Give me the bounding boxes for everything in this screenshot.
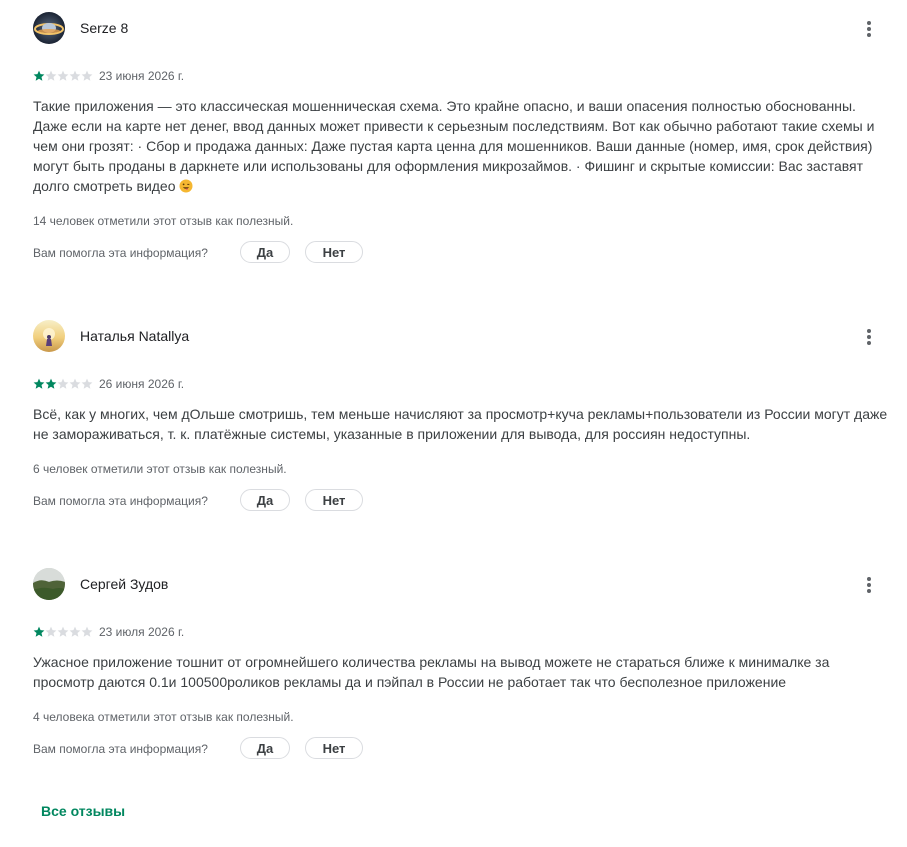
more-options-icon[interactable] [857, 320, 881, 352]
review-meta: 26 июня 2026 г. [33, 376, 433, 392]
review-text: Ужасное приложение тошнит от огромнейшег… [33, 654, 830, 690]
helpful-no-button[interactable]: Нет [305, 737, 363, 759]
review-card: Наталья Natallya 26 июня 2026 г. Всё, ка… [33, 320, 893, 520]
star-filled-icon [45, 378, 57, 389]
feedback-question: Вам помогла эта информация? [33, 246, 208, 260]
more-options-icon[interactable] [857, 568, 881, 600]
star-rating [33, 378, 93, 390]
review-author: Serze 8 [80, 20, 129, 36]
review-meta: 23 июля 2026 г. [33, 624, 433, 640]
star-filled-icon [33, 70, 45, 81]
star-empty-icon [81, 378, 93, 389]
review-author: Наталья Natallya [80, 328, 190, 344]
helpful-count: 14 человек отметили этот отзыв как полез… [33, 214, 294, 228]
star-empty-icon [69, 378, 81, 389]
feedback-question: Вам помогла эта информация? [33, 494, 208, 508]
star-rating [33, 626, 93, 638]
feedback-row: Вам помогла эта информация? Да Нет [33, 241, 433, 265]
sunset-person-avatar [33, 320, 65, 352]
star-empty-icon [57, 70, 69, 81]
review-text-body: Такие приложения — это классическая моше… [33, 98, 875, 194]
review-text: Всё, как у многих, чем дОльше смотришь, … [33, 406, 888, 442]
feedback-row: Вам помогла эта информация? Да Нет [33, 737, 433, 761]
helpful-no-button[interactable]: Нет [305, 241, 363, 263]
star-empty-icon [69, 626, 81, 637]
star-filled-icon [33, 378, 45, 389]
review-date: 26 июня 2026 г. [99, 377, 185, 391]
review-meta: 23 июня 2026 г. [33, 68, 433, 84]
helpful-yes-button[interactable]: Да [240, 241, 290, 263]
helpful-count: 6 человек отметили этот отзыв как полезн… [33, 462, 287, 476]
feedback-row: Вам помогла эта информация? Да Нет [33, 489, 433, 513]
review-header: Наталья Natallya [33, 320, 893, 352]
planet-ring-avatar [33, 12, 65, 44]
star-empty-icon [57, 378, 69, 389]
feedback-question: Вам помогла эта информация? [33, 742, 208, 756]
helpful-yes-button[interactable]: Да [240, 737, 290, 759]
star-rating [33, 70, 93, 82]
star-filled-icon [33, 626, 45, 637]
review-header: Сергей Зудов [33, 568, 893, 600]
star-empty-icon [69, 70, 81, 81]
review-card: Сергей Зудов 23 июля 2026 г. Ужасное при… [33, 568, 893, 768]
star-empty-icon [81, 70, 93, 81]
helpful-yes-button[interactable]: Да [240, 489, 290, 511]
review-date: 23 июня 2026 г. [99, 69, 185, 83]
star-empty-icon [45, 626, 57, 637]
review-author: Сергей Зудов [80, 576, 169, 592]
review-header: Serze 8 [33, 12, 893, 44]
landscape-avatar [33, 568, 65, 600]
star-empty-icon [57, 626, 69, 637]
review-card: Serze 8 23 июня 2026 г. Такие приложения… [33, 12, 893, 272]
all-reviews-link[interactable]: Все отзывы [41, 803, 125, 819]
review-date: 23 июля 2026 г. [99, 625, 185, 639]
star-empty-icon [45, 70, 57, 81]
helpful-no-button[interactable]: Нет [305, 489, 363, 511]
more-options-icon[interactable] [857, 12, 881, 44]
helpful-count: 4 человека отметили этот отзыв как полез… [33, 710, 294, 724]
winking-face-tongue-emoji [179, 178, 193, 193]
review-text: Такие приложения — это классическая моше… [33, 96, 893, 196]
star-empty-icon [81, 626, 93, 637]
